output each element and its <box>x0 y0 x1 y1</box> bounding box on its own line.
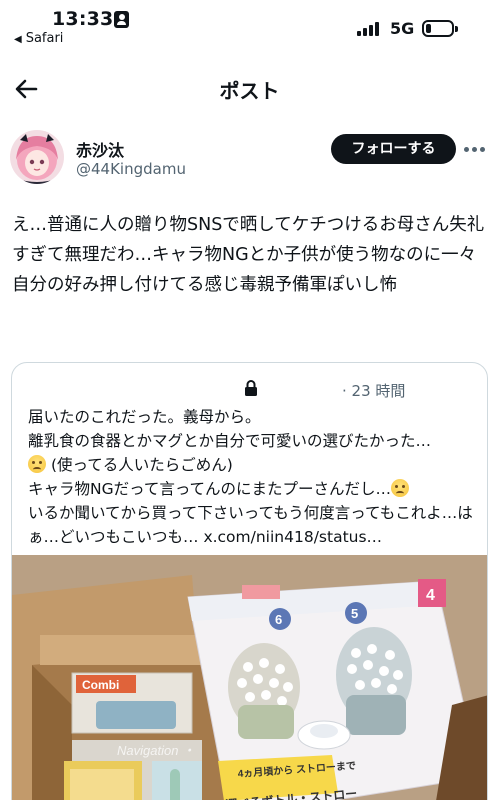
follow-button[interactable]: フォローする <box>331 134 456 164</box>
author-display-name[interactable]: 赤沙汰 <box>76 137 124 161</box>
sad-emoji-icon <box>391 479 410 497</box>
quote-link[interactable]: x.com/niin418/status… <box>203 528 382 546</box>
status-time: 13:33 <box>52 8 114 30</box>
network-type: 5G <box>390 19 415 38</box>
post-text: え…普通に人の贈り物SNSで晒してケチつけるお母さん失礼すぎて無理だわ…キャラ物… <box>12 215 485 295</box>
avatar[interactable] <box>10 130 64 184</box>
back-triangle-icon: ◀ <box>14 34 22 45</box>
back-app-label: Safari <box>25 31 64 46</box>
id-card-icon <box>114 11 129 28</box>
lock-icon <box>245 380 257 396</box>
battery-icon <box>422 20 458 37</box>
sad-emoji-icon <box>28 455 46 473</box>
quote-line-3: キャラ物NGだって言ってんのにまたプーさんだし… <box>28 480 392 498</box>
quote-line-2: 離乳食の食器とかマグとか自分で可愛いの選びたかった… <box>28 432 432 450</box>
page-title: ポスト <box>219 79 280 103</box>
quote-timestamp: · 23 時間 <box>342 382 406 400</box>
photo-brand-label: Combi <box>82 678 119 692</box>
quote-line-2b: (使ってる人いたらごめん) <box>50 456 233 474</box>
photo-box-number-mid: 5 <box>351 606 358 621</box>
back-to-app-link[interactable]: ◀ Safari <box>14 31 63 46</box>
header: ポスト <box>0 60 499 116</box>
photo-box-number-right: 4 <box>426 587 435 604</box>
photo-box-number-left: 6 <box>275 612 282 627</box>
quote-text: 届いたのこれだった。義母から。 離乳食の食器とかマグとか自分で可愛いの選びたかっ… <box>28 405 478 549</box>
quote-line-1: 届いたのこれだった。義母から。 <box>28 408 261 426</box>
quoted-post-card[interactable]: · 23 時間 届いたのこれだった。義母から。 離乳食の食器とかマグとか自分で可… <box>11 362 488 800</box>
status-bar: 13:33 ◀ Safari 5G <box>0 0 499 52</box>
more-icon[interactable] <box>462 140 488 160</box>
photo-watermark: Navigation ・ <box>117 743 195 758</box>
quote-photo[interactable]: Combi Navigation ・ 6 5 4 4ヵ月頃から ストローまで 選… <box>12 555 487 800</box>
signal-icon <box>357 20 383 36</box>
author-handle[interactable]: @44Kingdamu <box>76 160 186 178</box>
